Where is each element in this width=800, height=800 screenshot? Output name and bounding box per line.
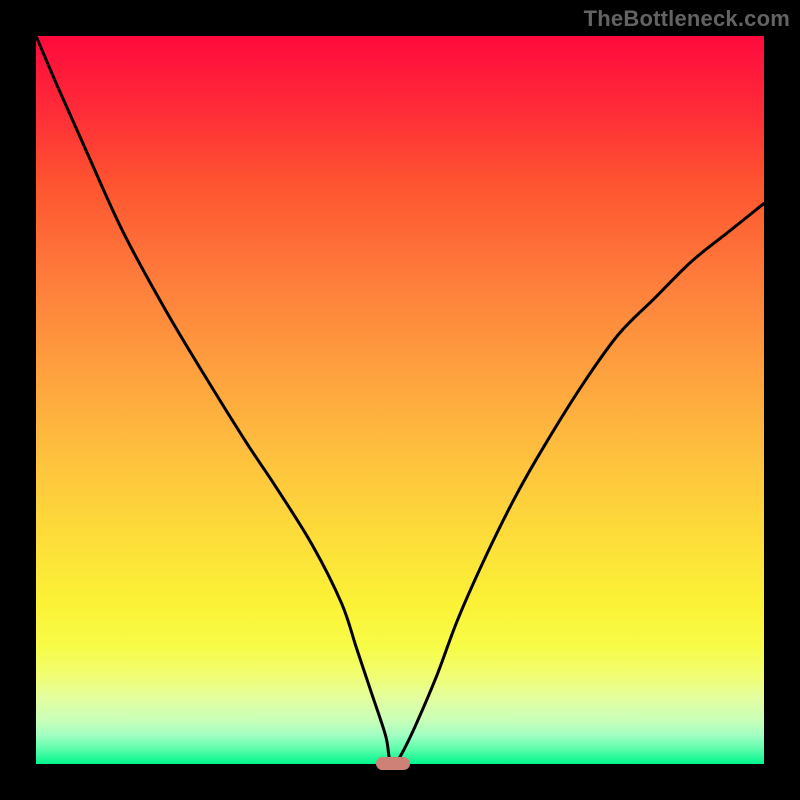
chart-container: TheBottleneck.com (0, 0, 800, 800)
optimum-marker (376, 757, 410, 770)
curve-path (36, 36, 764, 764)
bottleneck-curve (36, 36, 764, 764)
attribution-text: TheBottleneck.com (584, 6, 790, 32)
